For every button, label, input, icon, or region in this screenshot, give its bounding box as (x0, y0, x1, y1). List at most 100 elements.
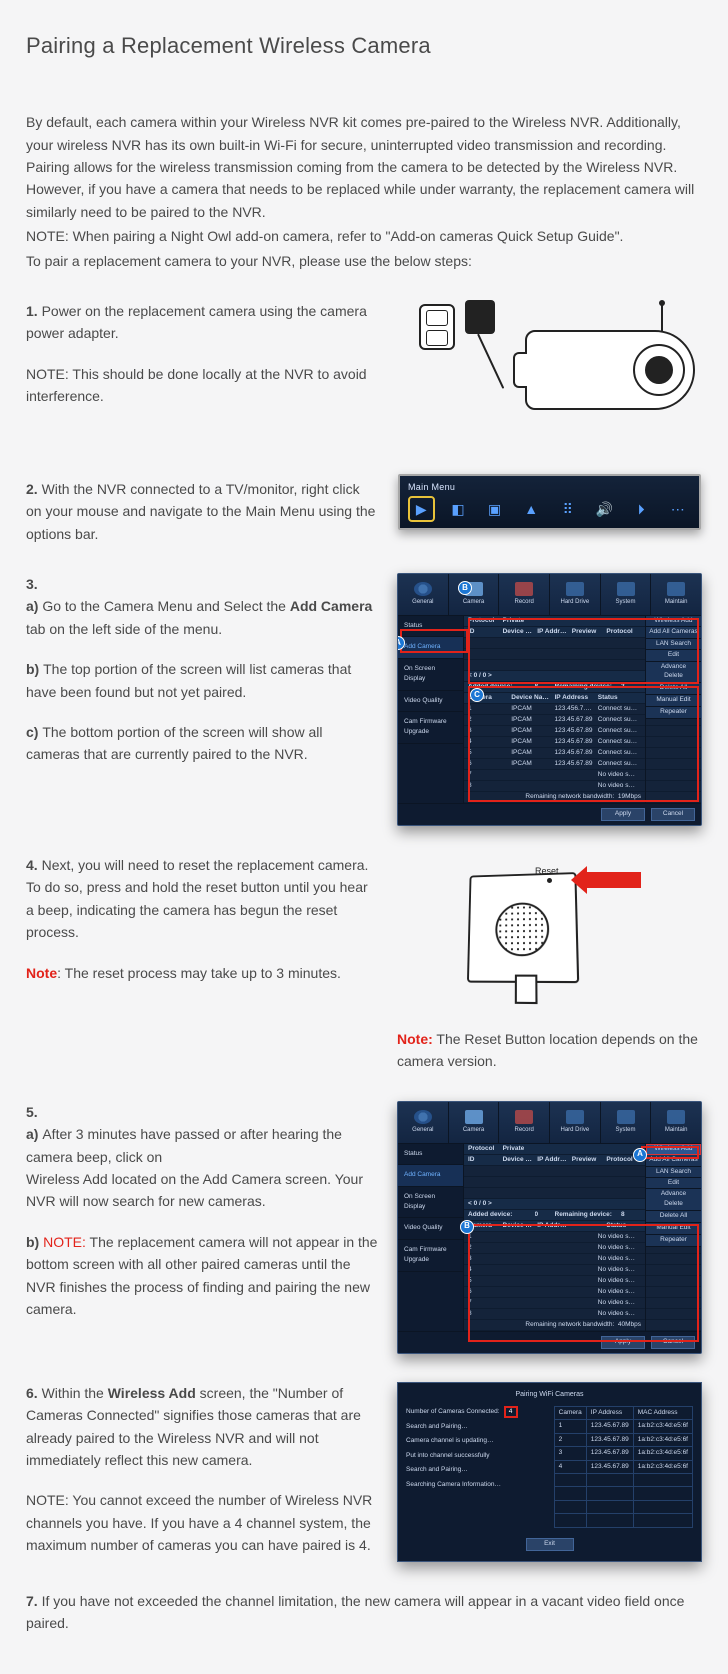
side-item: Status (398, 1144, 463, 1165)
step-5b: b) NOTE: The replacement camera will not… (26, 1231, 379, 1321)
step-5-num: 5. (26, 1104, 38, 1120)
step-2-text: 2. With the NVR connected to a TV/monito… (26, 478, 379, 545)
side-item: On Screen Display (398, 1187, 463, 1219)
footer-button: Cancel (651, 1336, 695, 1349)
tiles-icon (557, 498, 580, 520)
step-4-num: 4. (26, 857, 38, 873)
step-3a: a) Go to the Camera Menu and Select the … (26, 595, 379, 640)
step-6-text: 6. Within the Wireless Add screen, the "… (26, 1382, 379, 1472)
options-bar-screenshot: Main Menu (398, 474, 701, 530)
right-button: Add All Cameras (646, 627, 701, 638)
top-tab-hard drive: Hard Drive (550, 1102, 601, 1143)
right-button: Manual Edit (646, 695, 701, 707)
right-button: Wireless Add (646, 616, 701, 627)
footer-button: Cancel (651, 808, 695, 821)
more-icon (666, 498, 689, 520)
footer-button: Apply (601, 1336, 645, 1349)
right-button: Wireless Add (646, 1144, 701, 1155)
step-6-num: 6. (26, 1385, 38, 1401)
side-item: Video Quality (398, 1218, 463, 1239)
right-button: Edit (646, 1178, 701, 1189)
right-button: Delete (646, 1199, 701, 1211)
pairing-title: Pairing WiFi Cameras (406, 1389, 693, 1400)
step-6: 6. Within the Wireless Add screen, the "… (26, 1382, 702, 1562)
step-1-figure (397, 300, 702, 450)
footer-button: Apply (601, 808, 645, 821)
step-3: 3. a) Go to the Camera Menu and Select t… (26, 573, 702, 826)
intro-p1: By default, each camera within your Wire… (26, 111, 702, 223)
reset-label: Reset (535, 864, 559, 878)
step-4-figure: Reset Note: The Reset Button location de… (397, 854, 702, 1073)
step-5a: a) After 3 minutes have passed or after … (26, 1123, 379, 1168)
top-tab-general: General (398, 1102, 449, 1143)
grid-icon (483, 498, 506, 520)
main-menu-icon (410, 498, 433, 520)
side-item: On Screen Display (398, 659, 463, 691)
step-2: 2. With the NVR connected to a TV/monito… (26, 478, 702, 545)
exit-button: Exit (526, 1538, 574, 1551)
side-item: Add Camera (398, 637, 463, 658)
layout-icon (447, 498, 470, 520)
step-4-fig-note: Note: The Reset Button location depends … (397, 1028, 702, 1073)
camera-icon (525, 330, 695, 410)
camera-back-icon (467, 872, 579, 983)
right-button: Repeater (646, 1235, 701, 1247)
step-1-num: 1. (26, 303, 38, 319)
side-item: Add Camera (398, 1165, 463, 1186)
step-4: 4. Next, you will need to reset the repl… (26, 854, 702, 1073)
step-1-note: NOTE: This should be done locally at the… (26, 363, 379, 408)
step-3b: b) The top portion of the screen will li… (26, 658, 379, 703)
side-item: Video Quality (398, 691, 463, 712)
speaker-grille-icon (495, 902, 549, 956)
step-6-figure: Pairing WiFi Cameras Number of Cameras C… (397, 1382, 702, 1562)
right-button: Add All Cameras (646, 1155, 701, 1166)
page-title: Pairing a Replacement Wireless Camera (26, 28, 702, 63)
step-2-num: 2. (26, 481, 38, 497)
side-item: Status (398, 616, 463, 637)
step-3c: c) The bottom portion of the screen will… (26, 721, 379, 766)
step-4-note: Note: The reset process may take up to 3… (26, 962, 379, 984)
right-button: Manual Edit (646, 1223, 701, 1235)
intro-p3: To pair a replacement camera to your NVR… (26, 250, 702, 272)
side-item: Cam Firmware Upgrade (398, 712, 463, 744)
pairing-wifi-screenshot: Pairing WiFi Cameras Number of Cameras C… (397, 1382, 702, 1562)
volume-icon (593, 498, 616, 520)
nvr-add-camera-screenshot: GeneralCameraRecordHard DriveSystemMaint… (397, 573, 702, 826)
power-adapter-icon (465, 300, 495, 334)
step-1-text: 1. Power on the replacement camera using… (26, 300, 379, 345)
red-arrow-icon (585, 872, 641, 888)
right-button: Delete All (646, 683, 701, 695)
top-tab-record: Record (499, 574, 550, 615)
side-item: Cam Firmware Upgrade (398, 1240, 463, 1272)
top-tab-maintain: Maintain (651, 574, 701, 615)
pairing-status-list: Number of Cameras Connected:4Search and … (406, 1406, 544, 1528)
intro-p2: NOTE: When pairing a Night Owl add-on ca… (26, 225, 702, 247)
step-5a-line2: Wireless Add located on the Add Camera s… (26, 1168, 379, 1213)
pairing-table: CameraIP AddressMAC Address1123.45.67.89… (554, 1406, 693, 1528)
top-tab-system: System (601, 574, 652, 615)
play-icon (630, 498, 653, 520)
top-tab-maintain: Maintain (651, 1102, 701, 1143)
right-button: Delete All (646, 1211, 701, 1223)
up-icon (520, 498, 543, 520)
step-5: 5. a) After 3 minutes have passed or aft… (26, 1101, 702, 1354)
step-3-figure: GeneralCameraRecordHard DriveSystemMaint… (397, 573, 702, 826)
top-tab-hard drive: Hard Drive (550, 574, 601, 615)
top-tab-general: General (398, 574, 449, 615)
top-tab-record: Record (499, 1102, 550, 1143)
step-5-figure: GeneralCameraRecordHard DriveSystemMaint… (397, 1101, 702, 1354)
step-7: 7. If you have not exceeded the channel … (26, 1590, 702, 1635)
step-7-num: 7. (26, 1593, 38, 1609)
right-button: Repeater (646, 707, 701, 719)
step-1: 1. Power on the replacement camera using… (26, 300, 702, 450)
right-button: Edit (646, 650, 701, 661)
top-tab-system: System (601, 1102, 652, 1143)
main-menu-label: Main Menu (406, 480, 693, 496)
intro-block: By default, each camera within your Wire… (26, 111, 702, 272)
wall-outlet-icon (419, 304, 455, 350)
top-tab-camera: Camera (449, 1102, 500, 1143)
step-2-figure: Main Menu (397, 478, 702, 526)
top-tab-camera: Camera (449, 574, 500, 615)
right-button: LAN Search (646, 639, 701, 650)
right-button: Delete (646, 671, 701, 683)
